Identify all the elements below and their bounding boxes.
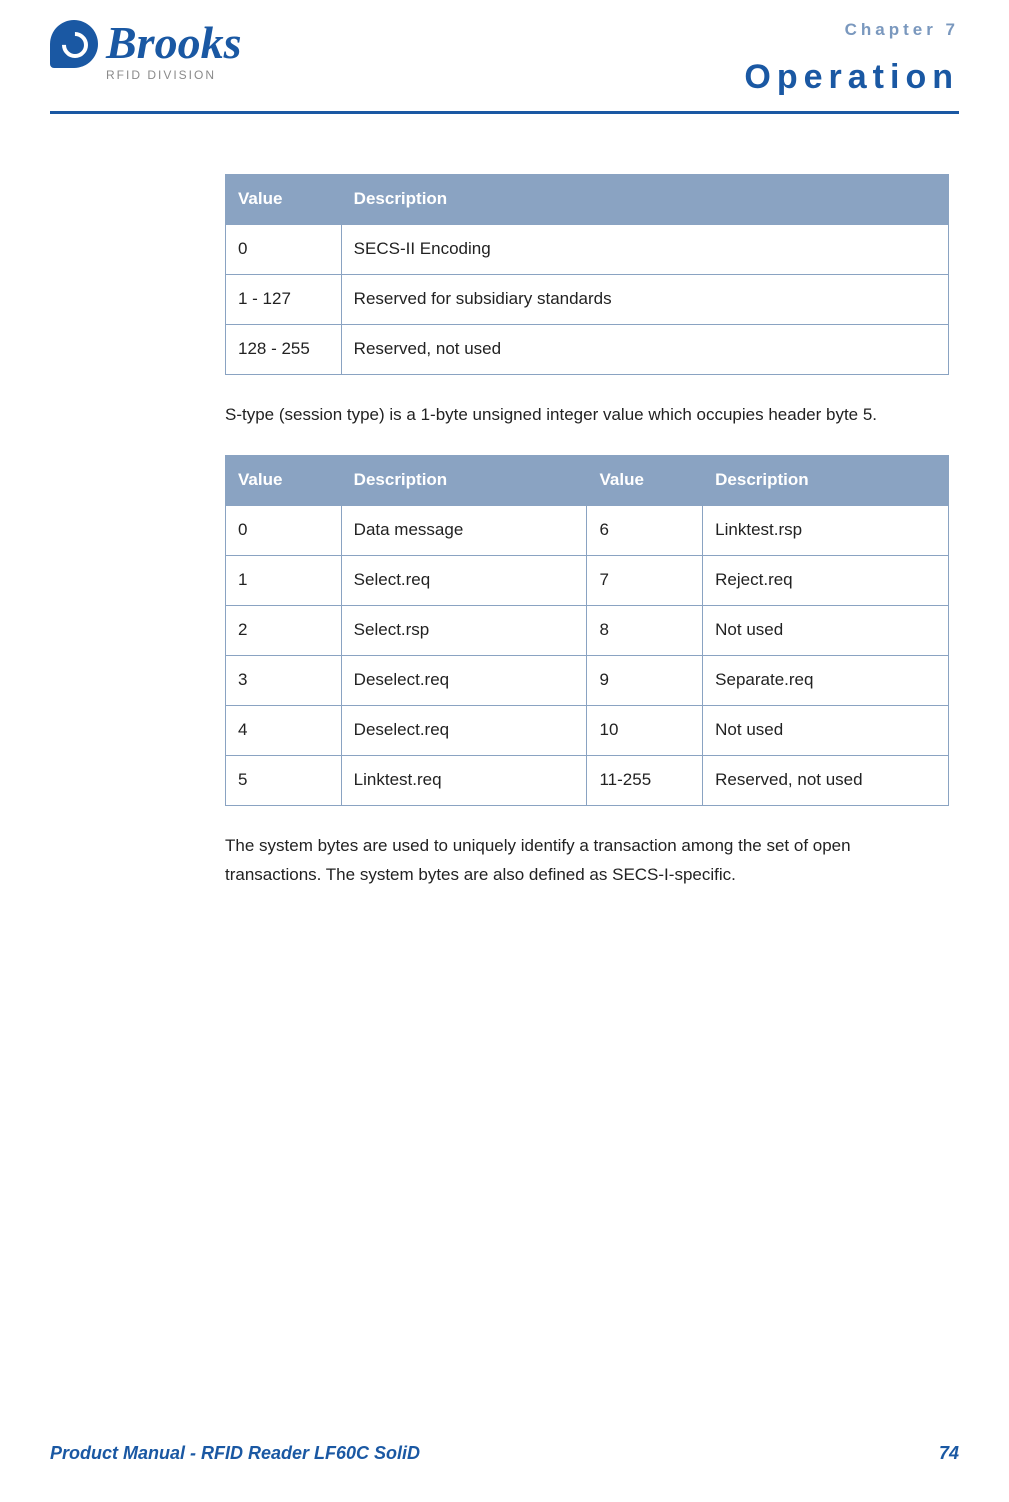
cell-value: 1 - 127: [226, 274, 342, 324]
cell-value: 9: [587, 656, 703, 706]
header-divider: [50, 111, 959, 114]
table-row: 5 Linktest.req 11-255 Reserved, not used: [226, 755, 949, 805]
stype-table: Value Description Value Description 0 Da…: [225, 455, 949, 805]
cell-value: 0: [226, 224, 342, 274]
ptype-table: Value Description 0 SECS-II Encoding 1 -…: [225, 174, 949, 375]
table-header: Value: [226, 456, 342, 506]
cell-value: 6: [587, 506, 703, 556]
table-header: Description: [703, 456, 949, 506]
cell-desc: Not used: [703, 705, 949, 755]
table-header: Value: [587, 456, 703, 506]
table-header: Description: [341, 175, 948, 225]
page-footer: Product Manual - RFID Reader LF60C SoliD…: [50, 1443, 959, 1464]
table-row: 128 - 255 Reserved, not used: [226, 324, 949, 374]
cell-desc: Deselect.req: [341, 705, 587, 755]
table-row: 1 - 127 Reserved for subsidiary standard…: [226, 274, 949, 324]
table-row: 4 Deselect.req 10 Not used: [226, 705, 949, 755]
paragraph-systembytes: The system bytes are used to uniquely id…: [225, 832, 949, 890]
cell-desc: Linktest.req: [341, 755, 587, 805]
cell-value: 2: [226, 606, 342, 656]
cell-desc: Deselect.req: [341, 656, 587, 706]
table-row: 0 Data message 6 Linktest.rsp: [226, 506, 949, 556]
logo-text: Brooks: [106, 20, 241, 66]
content-area: Value Description 0 SECS-II Encoding 1 -…: [225, 174, 949, 889]
cell-desc: SECS-II Encoding: [341, 224, 948, 274]
cell-value: 3: [226, 656, 342, 706]
cell-value: 11-255: [587, 755, 703, 805]
cell-desc: Data message: [341, 506, 587, 556]
cell-desc: Select.req: [341, 556, 587, 606]
chapter-title: Operation: [744, 58, 959, 97]
cell-desc: Reserved for subsidiary standards: [341, 274, 948, 324]
page-number: 74: [939, 1443, 959, 1464]
cell-value: 4: [226, 705, 342, 755]
table-row: 1 Select.req 7 Reject.req: [226, 556, 949, 606]
table-header: Value: [226, 175, 342, 225]
table-header: Description: [341, 456, 587, 506]
cell-value: 5: [226, 755, 342, 805]
footer-title: Product Manual - RFID Reader LF60C SoliD: [50, 1443, 420, 1464]
cell-value: 8: [587, 606, 703, 656]
cell-value: 128 - 255: [226, 324, 342, 374]
cell-desc: Linktest.rsp: [703, 506, 949, 556]
cell-value: 1: [226, 556, 342, 606]
cell-desc: Reserved, not used: [341, 324, 948, 374]
chapter-label: Chapter 7: [744, 20, 959, 40]
brooks-logo-icon: [50, 20, 98, 68]
logo-subtext: RFID DIVISION: [106, 68, 241, 82]
cell-value: 0: [226, 506, 342, 556]
page-header: Brooks RFID DIVISION Chapter 7 Operation: [50, 20, 959, 111]
cell-value: 10: [587, 705, 703, 755]
cell-desc: Not used: [703, 606, 949, 656]
table-row: 2 Select.rsp 8 Not used: [226, 606, 949, 656]
cell-value: 7: [587, 556, 703, 606]
cell-desc: Select.rsp: [341, 606, 587, 656]
table-row: 0 SECS-II Encoding: [226, 224, 949, 274]
cell-desc: Reject.req: [703, 556, 949, 606]
table-row: 3 Deselect.req 9 Separate.req: [226, 656, 949, 706]
logo: Brooks RFID DIVISION: [50, 20, 241, 82]
cell-desc: Reserved, not used: [703, 755, 949, 805]
paragraph-stype: S-type (session type) is a 1-byte unsign…: [225, 401, 949, 430]
cell-desc: Separate.req: [703, 656, 949, 706]
